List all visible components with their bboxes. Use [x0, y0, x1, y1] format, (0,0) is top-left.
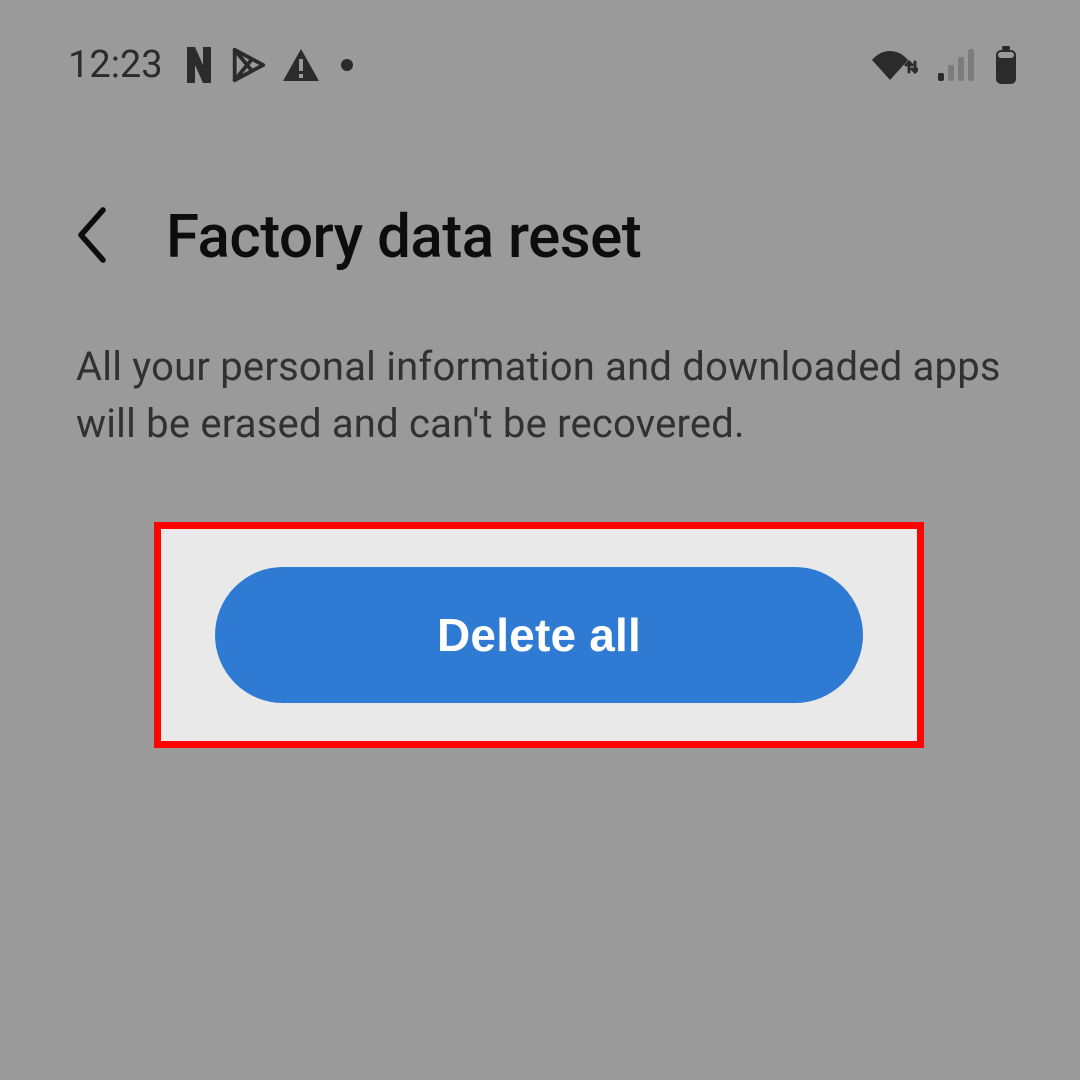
wifi-icon: [868, 46, 918, 84]
cellular-signal-icon: [936, 47, 976, 83]
netflix-icon: [183, 47, 215, 83]
warning-icon: [281, 47, 321, 83]
page-header: Factory data reset: [0, 196, 1080, 276]
delete-all-button[interactable]: Delete all: [215, 567, 863, 703]
play-store-icon: [229, 46, 267, 84]
delete-all-button-label: Delete all: [437, 608, 641, 662]
status-bar-right: [868, 46, 1018, 84]
page-title: Factory data reset: [166, 201, 641, 272]
back-button[interactable]: [68, 196, 114, 276]
status-bar: 12:23: [0, 35, 1080, 95]
battery-icon: [994, 46, 1018, 84]
chevron-left-icon: [73, 204, 109, 269]
status-bar-left: 12:23: [68, 43, 353, 87]
status-clock: 12:23: [68, 43, 163, 87]
reset-warning-text: All your personal information and downlo…: [76, 338, 1030, 452]
highlight-callout: Delete all: [154, 522, 924, 748]
more-notifications-dot-icon: [341, 59, 353, 71]
